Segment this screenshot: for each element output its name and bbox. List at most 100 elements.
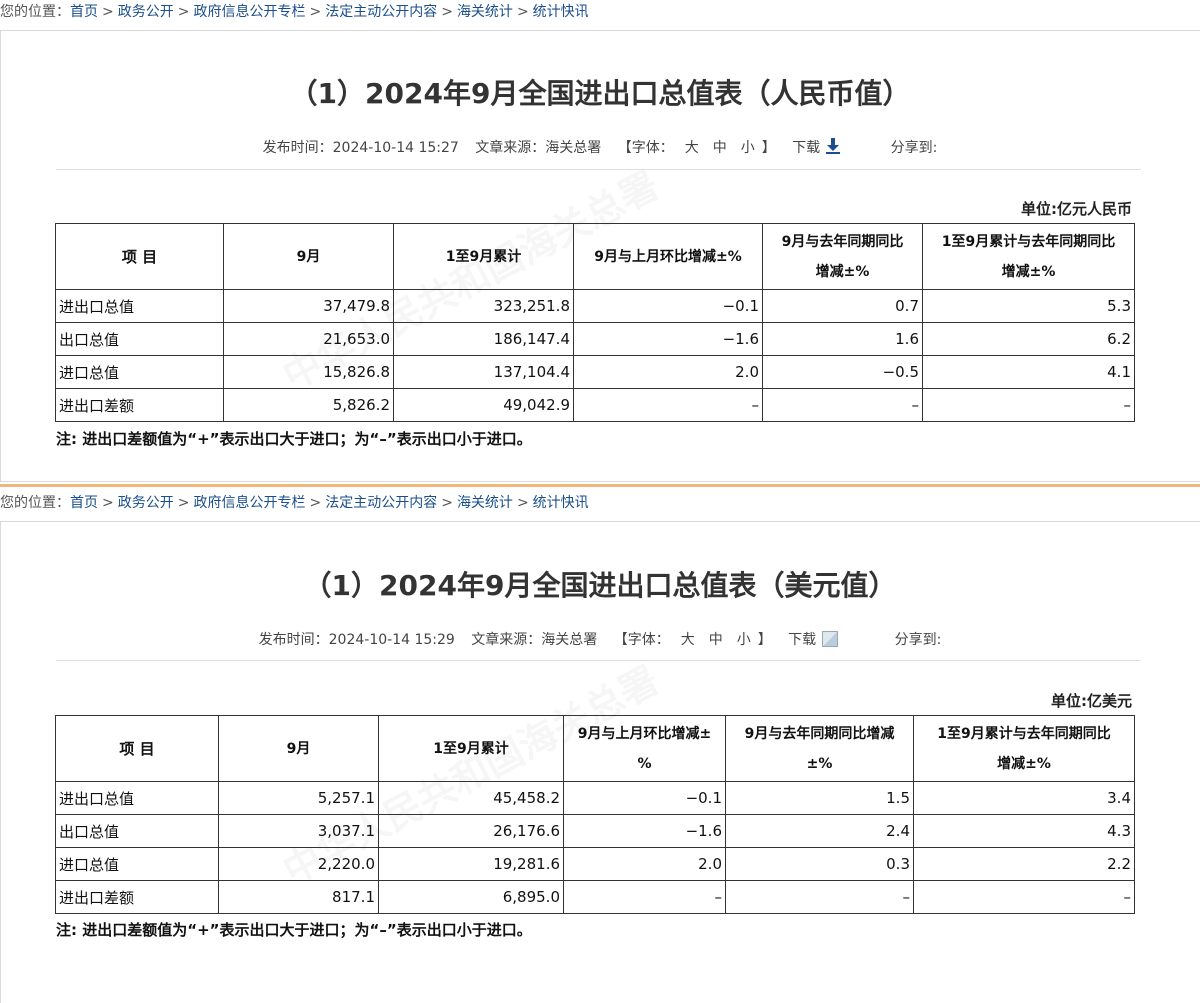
font-small-button[interactable]: 小 [737,632,751,648]
table-cell: 0.3 [725,847,914,881]
table-row: 进出口总值 37,479.8 323,251.8 −0.1 0.7 5.3 [55,289,1135,323]
download-link[interactable]: 下载 [788,631,844,648]
breadcrumb-info-column[interactable]: 政府信息公开专栏 [193,4,305,20]
table-cell: 进出口总值 [55,781,219,815]
table-row: 进出口差额 5,826.2 49,042.9 – – – [55,388,1135,422]
breadcrumb-statutory[interactable]: 法定主动公开内容 [325,4,437,20]
section-divider [0,484,1200,487]
breadcrumb-gov-affairs[interactable]: 政务公开 [118,4,174,20]
breadcrumb-separator: > [177,495,190,511]
table-cell: 21,653.0 [223,322,394,356]
breadcrumb-customs-stats[interactable]: 海关统计 [457,4,513,20]
table-cell: −0.5 [762,355,923,389]
table-cell: 6,895.0 [378,880,564,914]
table-header: 项 目 [55,715,219,782]
table-row: 进口总值 15,826.8 137,104.4 2.0 −0.5 4.1 [55,355,1135,389]
font-medium-button[interactable]: 中 [709,632,723,648]
page-title: （1）2024年9月全国进出口总值表（美元值） [303,569,897,602]
font-large-button[interactable]: 大 [681,632,695,648]
breadcrumb-home[interactable]: 首页 [70,4,98,20]
table-header-row: 项 目 9月 1至9月累计 9月与上月环比增减±% 9月与去年同期同比 增减±%… [55,223,1135,290]
breadcrumb-separator: > [102,495,114,511]
table-cell: 2,220.0 [218,847,379,881]
breadcrumb-statutory[interactable]: 法定主动公开内容 [325,495,437,511]
table-cell: – [762,388,923,422]
table-cell: 进出口差额 [55,388,224,422]
table-cell: 3.4 [913,781,1135,815]
table-cell: – [725,880,914,914]
breadcrumb-home[interactable]: 首页 [70,495,98,511]
table-cell: 5,826.2 [223,388,394,422]
font-size-control: 【字体：大中小】 [613,632,772,648]
breadcrumb-customs-stats[interactable]: 海关统计 [457,495,513,511]
unit-label: 单位:亿元人民币 [1021,200,1132,218]
broken-image-icon[interactable] [822,631,839,647]
font-small-button[interactable]: 小 [741,140,755,156]
font-medium-button[interactable]: 中 [713,140,727,156]
download-link[interactable]: 下载 [792,138,841,156]
table-header: 9月与去年同期同比增减 ±% [725,715,914,782]
table-cell: 4.3 [913,814,1135,848]
table-header: 9月与上月环比增减±% [573,223,763,290]
table-header: 1至9月累计 [378,715,564,782]
table-row: 出口总值 21,653.0 186,147.4 −1.6 1.6 6.2 [55,322,1135,356]
table-cell: 323,251.8 [393,289,574,323]
source-label: 文章来源：海关总署 [471,632,598,648]
breadcrumb-prefix: 您的位置： [0,495,70,511]
breadcrumb-stats-news[interactable]: 统计快讯 [533,4,589,20]
breadcrumb: 您的位置：首页 > 政务公开 > 政府信息公开专栏 > 法定主动公开内容 > 海关统计 > 统计快讯 [0,491,589,515]
breadcrumb-separator: > [309,495,322,511]
table-cell: – [913,880,1135,914]
table-cell: 186,147.4 [393,322,574,356]
table-cell: −1.6 [573,322,763,356]
breadcrumb-separator: > [516,4,529,20]
table-header: 9月与去年同期同比 增减±% [762,223,923,290]
breadcrumb-separator: > [177,4,190,20]
table-note: 注: 进出口差额值为“+”表示出口大于进口；为“–”表示出口小于进口。 [56,430,532,448]
table-header: 9月 [218,715,379,782]
table-cell: 3,037.1 [218,814,379,848]
breadcrumb-stats-news[interactable]: 统计快讯 [533,495,589,511]
table-cell: 6.2 [922,322,1135,356]
data-table-usd: 项 目 9月 1至9月累计 9月与上月环比增减± % 9月与去年同期同比增减 ±… [55,715,1135,914]
table-cell: 5.3 [922,289,1135,323]
table-cell: 1.6 [762,322,923,356]
share-label: 分享到: [894,632,942,648]
breadcrumb-separator: > [102,4,114,20]
meta-divider [56,660,1141,661]
table-cell: −0.1 [573,289,763,323]
table-cell: 1.5 [725,781,914,815]
breadcrumb-separator: > [309,4,322,20]
table-header: 9月 [223,223,394,290]
font-large-button[interactable]: 大 [685,140,699,156]
table-cell: 2.0 [563,847,726,881]
font-size-control: 【字体：大中小】 [617,140,776,156]
publish-label: 发布时间：2024-10-14 15:29 [258,632,455,648]
page-title: （1）2024年9月全国进出口总值表（人民币值） [289,77,911,110]
table-cell: 15,826.8 [223,355,394,389]
breadcrumb-gov-affairs[interactable]: 政务公开 [118,495,174,511]
table-cell: – [573,388,763,422]
table-cell: 进口总值 [55,355,224,389]
breadcrumb-info-column[interactable]: 政府信息公开专栏 [193,495,305,511]
breadcrumb-separator: > [516,495,529,511]
breadcrumb-separator: > [441,4,453,20]
publish-label: 发布时间：2024-10-14 15:27 [262,140,459,156]
table-cell: 2.2 [913,847,1135,881]
table-cell: 37,479.8 [223,289,394,323]
table-cell: 2.4 [725,814,914,848]
breadcrumb-prefix: 您的位置： [0,4,70,20]
article-meta: 发布时间：2024-10-14 15:29 文章来源：海关总署 【字体：大中小】… [0,629,1200,649]
download-arrow-icon[interactable] [826,138,841,154]
table-header: 1至9月累计与去年同期同比 增减±% [922,223,1135,290]
table-cell: – [922,388,1135,422]
table-cell: 19,281.6 [378,847,564,881]
table-cell: 出口总值 [55,322,224,356]
table-cell: 0.7 [762,289,923,323]
table-cell: 2.0 [573,355,763,389]
unit-label: 单位:亿美元 [1051,692,1132,710]
table-cell: −0.1 [563,781,726,815]
table-cell: 4.1 [922,355,1135,389]
table-cell: 817.1 [218,880,379,914]
table-note: 注: 进出口差额值为“+”表示出口大于进口；为“–”表示出口小于进口。 [56,921,532,939]
